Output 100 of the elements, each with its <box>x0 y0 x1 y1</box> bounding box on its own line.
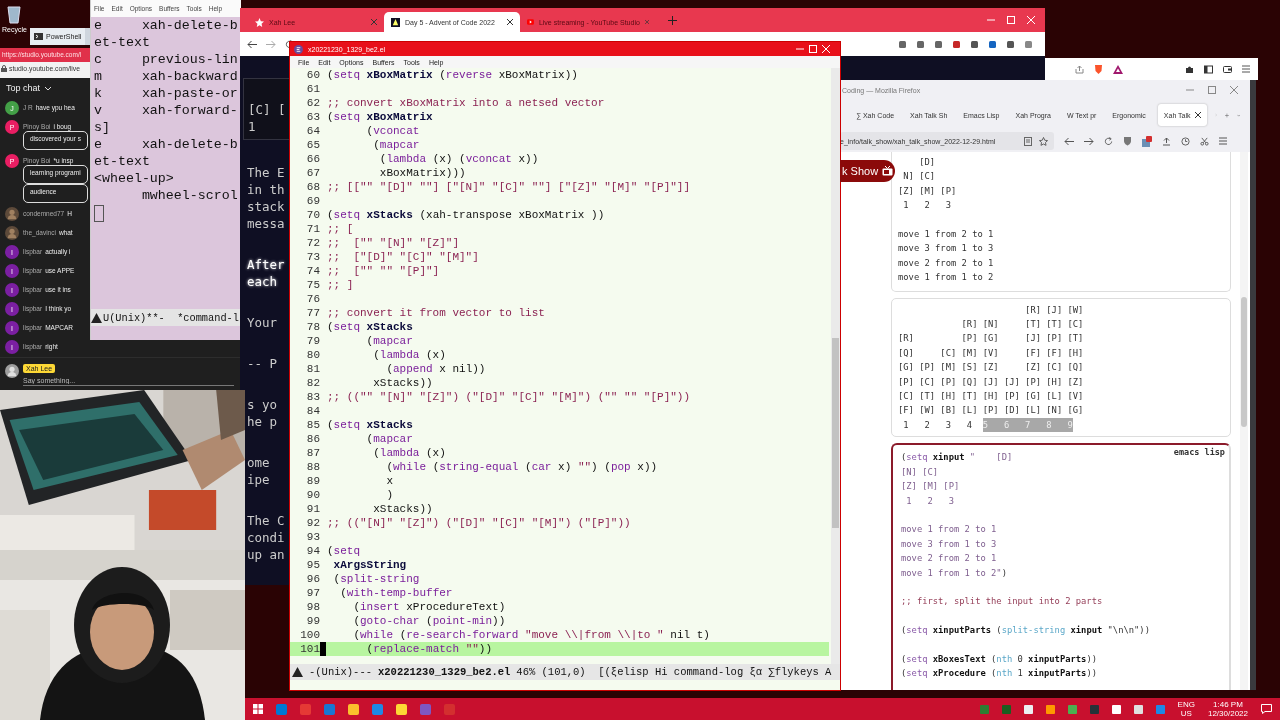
code-line: [Z] [M] [P] <box>901 480 960 494</box>
log-line: <wheel-up> <box>94 170 175 187</box>
text-cursor <box>94 205 104 222</box>
line-number: 73 <box>305 250 320 264</box>
puzzle-text: [C] [ <box>248 101 287 118</box>
code-line: ;; convert it from vector to list <box>327 306 545 320</box>
scrollbar[interactable] <box>831 68 840 664</box>
chevron-down-icon[interactable] <box>44 85 53 91</box>
line-number: 99 <box>305 614 320 628</box>
tray-icon[interactable] <box>1133 704 1143 714</box>
back-arrow-icon[interactable] <box>247 39 257 49</box>
share-icon[interactable] <box>1075 64 1084 74</box>
close-icon[interactable] <box>1194 112 1201 118</box>
new-tab-icon[interactable] <box>668 15 677 25</box>
puzzle-text: condi <box>247 529 285 546</box>
code-line: (lambda (x) (vconcat x)) <box>378 152 539 166</box>
line-number: 76 <box>305 292 320 306</box>
code-line: move 3 from 1 to 3 <box>901 537 997 551</box>
app-icon[interactable] <box>348 703 359 715</box>
menu-icon[interactable] <box>1242 65 1250 73</box>
code-line: (setq xStacks (xah-transpose xBoxMatrix )) <box>327 208 605 222</box>
region-indicator[interactable]: US <box>1180 709 1192 718</box>
line-number: 80 <box>305 348 320 362</box>
forward-arrow-icon[interactable] <box>1084 136 1095 146</box>
chat-title[interactable]: Top chat <box>6 83 41 93</box>
shield-icon[interactable] <box>1123 136 1133 146</box>
code-line: (setq xProcedure (nth 1 xinputParts)) <box>901 667 1097 681</box>
upload-icon[interactable] <box>1162 136 1172 146</box>
clock-icon[interactable] <box>1181 136 1191 146</box>
star-icon <box>255 17 264 27</box>
line-number: 93 <box>305 530 320 544</box>
line-number: 87 <box>305 446 320 460</box>
line-number: 95 <box>305 558 320 572</box>
puzzle-text: 1 <box>248 118 257 135</box>
line-number: 98 <box>305 600 320 614</box>
line-number: 92 <box>305 516 320 530</box>
mode-line-info: 46% (101,0) [(ξelisp Hi command-log ξα ∑flykeys A <box>516 666 832 678</box>
tv-icon <box>882 166 894 176</box>
log-line: c previous-lin <box>94 51 239 68</box>
puzzle-icon[interactable] <box>1185 64 1194 74</box>
language-indicator[interactable]: ENG <box>1177 700 1195 709</box>
clock-time[interactable]: 1:46 PM <box>1213 700 1243 709</box>
code-line: ;; (("" "[N]" "[Z]") ("[D]" "[C]" "[M]") ("" "" "[P]")) <box>327 390 691 404</box>
line-number: 60 <box>305 68 320 82</box>
code-line: (goto-char (point-min)) <box>352 614 506 628</box>
triangle-icon <box>91 312 102 323</box>
reload-icon[interactable] <box>1104 136 1114 146</box>
tray-icon[interactable] <box>1023 704 1033 714</box>
triangle-icon[interactable] <box>1113 64 1123 74</box>
scrollbar[interactable] <box>1240 152 1248 690</box>
scissors-icon[interactable] <box>1200 136 1210 146</box>
line-number: 61 <box>305 82 320 96</box>
star-icon[interactable] <box>1039 136 1049 146</box>
notification-icon[interactable] <box>1261 704 1272 714</box>
puzzle-text: -- P <box>247 355 278 372</box>
avatar-icon <box>5 207 19 221</box>
app-icon[interactable] <box>396 703 407 715</box>
code-line: (setq xinputParts (split-string xinput "\n\n")) <box>901 624 1150 638</box>
code-line: (while (re-search-forward "move \\|from \\|to " nil t) <box>352 628 710 642</box>
wallet-icon[interactable] <box>1223 64 1232 74</box>
emacs-icon <box>294 44 303 54</box>
avatar-icon <box>5 364 19 378</box>
line-number: 101 <box>299 642 320 656</box>
mode-line: U(Unix)**- *command-l <box>103 311 239 324</box>
line-number: 100 <box>299 628 320 642</box>
buffer-name: x20221230_1329_be2.el <box>378 666 511 678</box>
lion-shield-icon[interactable] <box>1094 64 1103 74</box>
triangle-icon <box>292 667 303 677</box>
code-line: ;; convert xBoxMatrix into a netsed vector <box>327 96 605 110</box>
clock-date[interactable]: 12/30/2022 <box>1207 709 1248 718</box>
line-number: 62 <box>305 96 320 110</box>
puzzle-text: ipe <box>247 471 270 488</box>
line-number: 88 <box>305 460 320 474</box>
tray-icon[interactable] <box>1111 704 1121 714</box>
code-line: (mapcar <box>372 138 420 152</box>
sidebar-icon[interactable] <box>1204 64 1213 74</box>
line-number: 63 <box>305 110 320 124</box>
maximize-icon[interactable] <box>1208 86 1216 94</box>
code-line: [N] [C] <box>901 465 939 479</box>
windows-start-icon[interactable] <box>253 704 263 714</box>
code-line: xStacks)) <box>372 502 433 516</box>
line-number: 84 <box>305 404 320 418</box>
line-number: 86 <box>305 432 320 446</box>
code-line: (while (string-equal (car x) "") (pop x)) <box>385 460 658 474</box>
line-number: 64 <box>305 124 320 138</box>
code-line: (mapcar <box>365 432 413 446</box>
reader-view-icon[interactable] <box>1024 136 1033 146</box>
back-arrow-icon[interactable] <box>1064 136 1075 146</box>
badge-icon[interactable] <box>1142 135 1153 147</box>
menu-icon[interactable] <box>1219 137 1228 145</box>
show-link[interactable]: k Show <box>840 160 895 182</box>
line-number: 71 <box>305 222 320 236</box>
line-number: 94 <box>305 544 320 558</box>
close-icon[interactable] <box>507 19 513 25</box>
line-number: 68 <box>305 180 320 194</box>
tray-icon[interactable] <box>1045 704 1055 714</box>
code-line: ;; first, split the input into 2 parts <box>901 595 1103 609</box>
code-line: [R] [J] [W] <box>1024 303 1085 317</box>
line-number: 78 <box>305 320 320 334</box>
code-line: ;; (("[N]" "[Z]") ("[D]" "[C]" "[M]") ("[P]")) <box>327 516 631 530</box>
